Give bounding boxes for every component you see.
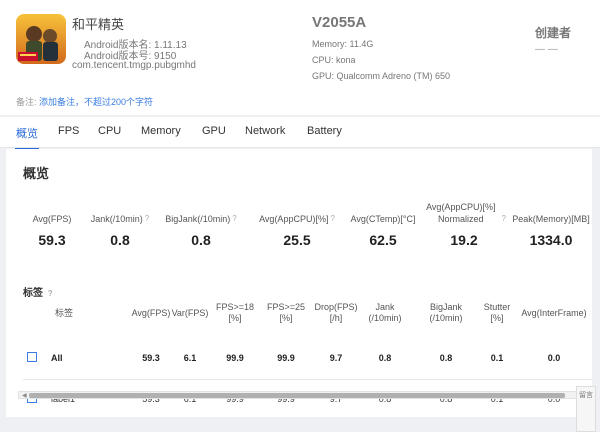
table-row: All 59.3 6.1 99.9 99.9 9.7 0.8 0.8 0.1 0… [23,336,592,380]
scroll-thumb[interactable] [29,393,565,398]
column-header: FPS>=25 [%] [266,302,306,323]
tab-gpu[interactable]: GPU [202,125,226,137]
metric-value: 19.2 [450,232,478,248]
metric-value: 0.8 [110,232,130,248]
remark-row: 备注: 添加备注，不超过200个字符 [16,95,153,108]
metric-bigjank: BigJank(/10min)? 0.8 [159,201,243,248]
device-memory: Memory: 11.4G [312,39,374,49]
metric-label: Avg(AppCPU)[%] [259,214,329,224]
feedback-side-tab[interactable]: 留言 [576,386,596,432]
table-cell: 99.9 [277,353,295,363]
table-cell: 0.0 [547,353,561,363]
column-header: FPS>=18 [%] [215,302,255,323]
app-name: 和平精英 [72,17,125,32]
table-cell: 6.1 [183,353,197,363]
column-header: Stutter [%] [483,302,511,323]
metric-label: BigJank(/10min) [165,214,231,224]
scroll-left-arrow-icon[interactable]: ◀ [22,392,27,399]
remark-label: 备注: [16,97,37,107]
tab-fps[interactable]: FPS [58,125,79,137]
help-icon[interactable]: ? [502,213,506,225]
table-cell: 0.8 [378,353,392,363]
metric-label: Avg(CTemp)[°C] [350,214,416,224]
column-header: BigJank (/10min) [429,302,463,323]
metric-value: 62.5 [369,232,397,248]
help-icon[interactable]: ? [145,213,149,225]
row-label[interactable]: All [51,353,63,363]
metric-label: Peak(Memory)[MB] [512,214,590,224]
device-gpu: GPU: Qualcomm Adreno (TM) 650 [312,71,451,81]
creator-value: — — [535,44,558,55]
table-cell: 9.7 [329,353,343,363]
metric-peak-memory: Peak(Memory)[MB] 1334.0 [509,201,593,248]
column-header: Drop(FPS) [/h] [314,302,358,323]
help-icon[interactable]: ? [330,213,334,225]
tags-title-text: 标签 [23,288,43,299]
horizontal-scrollbar[interactable]: ◀ [18,391,579,399]
tab-memory[interactable]: Memory [141,125,181,137]
tab-bar: 概览 FPS CPU Memory GPU Network Battery [0,117,600,150]
metric-jank: Jank(/10min)? 0.8 [78,201,162,248]
tab-overview[interactable]: 概览 [15,125,39,150]
tab-network[interactable]: Network [245,125,285,137]
metric-avg-appcpu: Avg(AppCPU)[%]? 25.5 [255,201,339,248]
column-header: Jank (/10min) [368,302,402,323]
table-cell: 59.3 [142,353,160,363]
metric-avg-ctemp: Avg(CTemp)[°C] 62.5 [341,201,425,248]
table-cell: 99.9 [226,353,244,363]
device-cpu: CPU: kona [312,55,356,65]
device-model: V2055A [312,14,367,31]
table-row: label1 59.3 6.1 99.9 99.9 9.7 0.8 0.8 0.… [23,380,592,418]
column-header: Avg(InterFrame) [521,308,587,318]
metric-label: Avg(FPS) [32,214,72,224]
app-package: com.tencent.tmgp.pubgmhd [72,60,196,71]
tags-title: 标签 ? [23,284,53,299]
tab-battery[interactable]: Battery [307,125,342,137]
metric-appcpu-normalized: Avg(AppCPU)[%] Normalized? 19.2 [422,201,506,248]
column-header: Avg(FPS) [131,308,171,318]
table-cell: 0.8 [439,353,453,363]
tab-cpu[interactable]: CPU [98,125,121,137]
metric-label: Avg(AppCPU)[%] Normalized [426,202,496,224]
help-icon[interactable]: ? [232,213,236,225]
overview-title: 概览 [23,166,50,181]
metric-value: 25.5 [283,232,311,248]
metric-label: Jank(/10min) [90,214,143,224]
column-header: Var(FPS) [171,308,209,318]
column-header: 标签 [54,308,73,318]
app-header: 和平精英 Android版本名: 1.11.13 Android版本号: 915… [0,0,600,115]
overview-panel: 概览 Avg(FPS) 59.3 Jank(/10min)? 0.8 BigJa… [6,149,592,417]
game-icon [16,14,66,64]
row-checkbox[interactable] [27,352,37,362]
table-cell: 0.1 [490,353,504,363]
metric-value: 0.8 [191,232,211,248]
creator-label: 创建者 [535,26,572,40]
help-icon[interactable]: ? [48,289,53,298]
metric-value: 1334.0 [529,232,573,248]
add-remark-link[interactable]: 添加备注，不超过200个字符 [39,97,153,107]
